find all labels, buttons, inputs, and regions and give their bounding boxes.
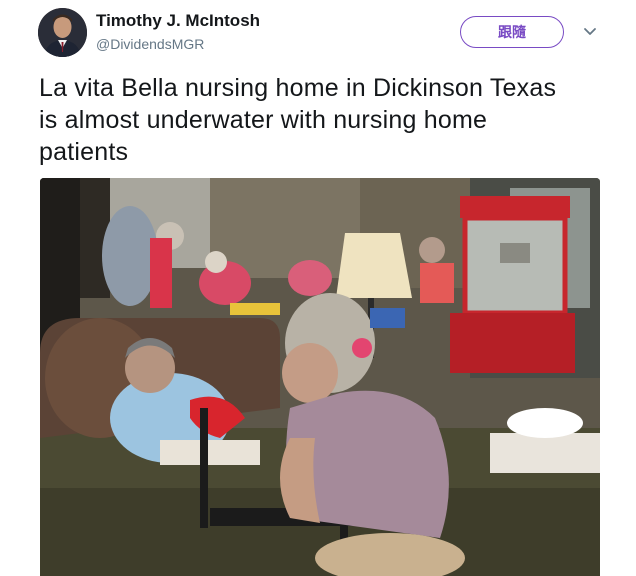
flooded-room-image xyxy=(40,178,600,576)
avatar[interactable] xyxy=(38,8,87,57)
chevron-down-icon[interactable] xyxy=(580,24,600,40)
tweet-photo[interactable] xyxy=(40,178,600,576)
follow-button[interactable]: 跟隨 xyxy=(460,16,564,48)
avatar-image xyxy=(38,8,87,57)
user-handle[interactable]: @DividendsMGR xyxy=(96,36,204,52)
tweet-card: Timothy J. McIntosh @DividendsMGR 跟隨 La … xyxy=(0,0,636,576)
tweet-text: La vita Bella nursing home in Dickinson … xyxy=(39,72,609,168)
tweet-text-line: patients xyxy=(39,138,129,166)
user-name[interactable]: Timothy J. McIntosh xyxy=(96,11,260,31)
tweet-text-line: La vita Bella nursing home in Dickinson … xyxy=(39,74,557,102)
tweet-text-line: is almost underwater with nursing home xyxy=(39,106,488,134)
